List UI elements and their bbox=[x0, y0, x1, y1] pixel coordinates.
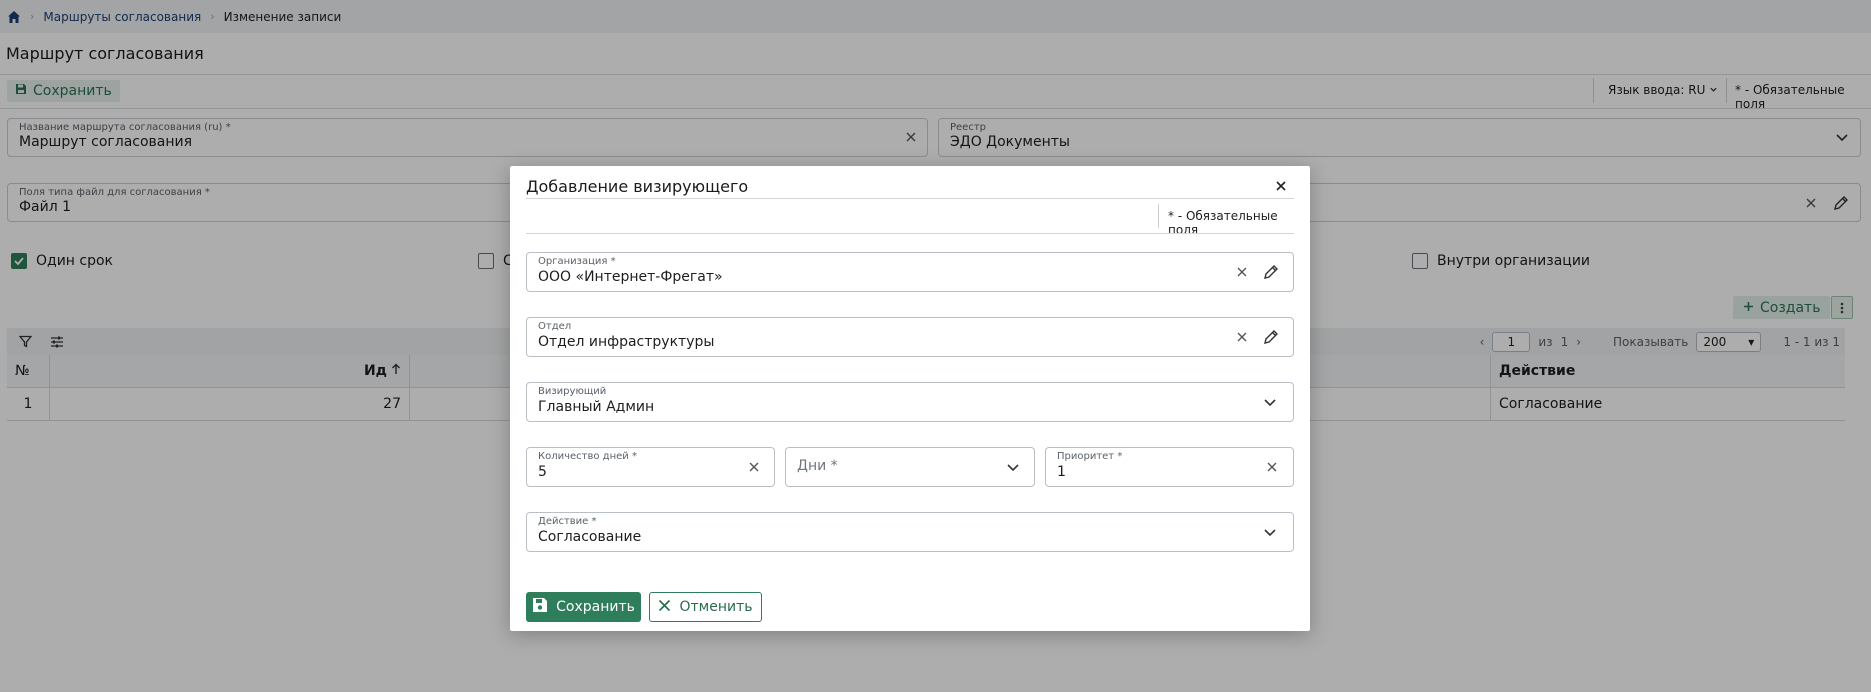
days-count-label: Количество дней * bbox=[538, 451, 637, 462]
clear-icon[interactable] bbox=[1236, 331, 1248, 343]
organization-value: ООО «Интернет-Фрегат» bbox=[538, 269, 723, 285]
approver-select[interactable]: Визирующий Главный Админ bbox=[526, 382, 1294, 422]
edit-pencil-icon[interactable] bbox=[1263, 264, 1279, 280]
clear-icon[interactable] bbox=[1236, 266, 1248, 278]
organization-field[interactable]: Организация * ООО «Интернет-Фрегат» bbox=[526, 252, 1294, 292]
dialog-cancel-label: Отменить bbox=[679, 599, 753, 615]
chevron-down-icon[interactable] bbox=[1263, 525, 1277, 539]
organization-label: Организация * bbox=[538, 256, 616, 267]
days-count-value: 5 bbox=[538, 464, 547, 480]
clear-icon[interactable] bbox=[1266, 461, 1278, 473]
chevron-down-icon[interactable] bbox=[1006, 460, 1020, 474]
department-label: Отдел bbox=[538, 321, 572, 332]
priority-label: Приоритет * bbox=[1057, 451, 1123, 462]
save-icon bbox=[532, 597, 548, 617]
action-select[interactable]: Действие * Согласование bbox=[526, 512, 1294, 552]
approver-value: Главный Админ bbox=[538, 399, 655, 415]
dialog-title: Добавление визирующего bbox=[526, 177, 749, 196]
days-count-field[interactable]: Количество дней * 5 bbox=[526, 447, 775, 487]
action-value: Согласование bbox=[538, 529, 642, 545]
close-icon bbox=[658, 599, 671, 616]
edit-pencil-icon[interactable] bbox=[1263, 329, 1279, 345]
days-type-select[interactable]: Дни * bbox=[785, 447, 1035, 487]
divider bbox=[526, 198, 1294, 199]
approver-label: Визирующий bbox=[538, 386, 607, 397]
priority-field[interactable]: Приоритет * 1 bbox=[1045, 447, 1294, 487]
action-label: Действие * bbox=[538, 516, 597, 527]
days-type-placeholder: Дни * bbox=[797, 458, 838, 474]
add-approver-dialog: Добавление визирующего * - Обязательные … bbox=[510, 166, 1310, 631]
close-icon[interactable] bbox=[1273, 178, 1289, 194]
clear-icon[interactable] bbox=[748, 461, 760, 473]
divider bbox=[1158, 204, 1159, 228]
chevron-down-icon[interactable] bbox=[1263, 395, 1277, 409]
dialog-save-button[interactable]: Сохранить bbox=[526, 592, 641, 622]
dialog-cancel-button[interactable]: Отменить bbox=[649, 592, 762, 622]
dialog-save-label: Сохранить bbox=[556, 599, 635, 615]
department-value: Отдел инфраструктуры bbox=[538, 334, 715, 350]
divider bbox=[526, 233, 1294, 234]
priority-value: 1 bbox=[1057, 464, 1066, 480]
department-field[interactable]: Отдел Отдел инфраструктуры bbox=[526, 317, 1294, 357]
